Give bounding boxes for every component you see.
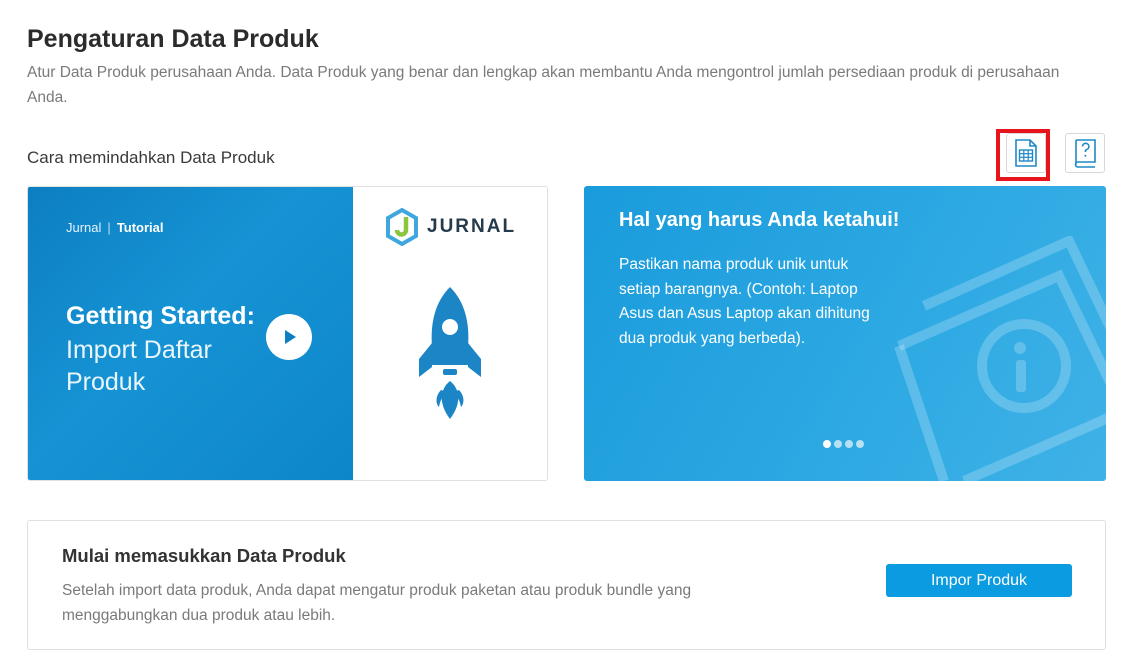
book-info-icon <box>894 236 1106 481</box>
play-button[interactable] <box>266 314 312 360</box>
import-description: Setelah import data produk, Anda dapat m… <box>62 582 692 624</box>
play-icon <box>285 330 296 344</box>
carousel-dots <box>823 440 864 448</box>
video-title: Getting Started: <box>66 302 255 330</box>
video-subtitle: Import Daftar Produk <box>66 336 212 396</box>
label-separator: | <box>107 220 111 235</box>
section-title: Cara memindahkan Data Produk <box>27 148 275 167</box>
carousel-dot-3[interactable] <box>845 440 853 448</box>
page-title: Pengaturan Data Produk <box>27 25 319 53</box>
category-label: Tutorial <box>116 220 164 235</box>
help-guide-button[interactable] <box>1065 133 1105 173</box>
help-book-icon <box>1074 139 1096 168</box>
spreadsheet-button[interactable] <box>1006 133 1046 173</box>
carousel-dot-2[interactable] <box>834 440 842 448</box>
info-text: Pastikan nama produk unik untuk setiap b… <box>619 256 870 347</box>
carousel-dot-1[interactable] <box>823 440 831 448</box>
jurnal-logo: JURNAL <box>385 208 516 246</box>
rocket-icon <box>419 287 481 419</box>
info-carousel: Hal yang harus Anda ketahui! Pastikan na… <box>584 186 1106 481</box>
import-product-button[interactable]: Impor Produk <box>886 564 1072 597</box>
page-description: Atur Data Produk perusahaan Anda. Data P… <box>27 64 1060 106</box>
info-title: Hal yang harus Anda ketahui! <box>619 209 900 231</box>
import-title: Mulai memasukkan Data Produk <box>62 545 346 566</box>
carousel-dot-4[interactable] <box>856 440 864 448</box>
spreadsheet-icon <box>1015 139 1037 167</box>
video-illustration-panel: JURNAL <box>353 187 547 480</box>
brand-label: Jurnal <box>66 220 102 235</box>
tutorial-video-card[interactable]: Jurnal | Tutorial Getting Started: Import … <box>27 186 548 481</box>
video-title-panel: Jurnal | Tutorial Getting Started: Import … <box>28 187 353 480</box>
jurnal-logo-icon <box>386 208 418 246</box>
tutorial-label: Jurnal | Tutorial <box>66 220 164 235</box>
jurnal-logo-text: JURNAL <box>427 216 517 237</box>
import-card: Mulai memasukkan Data Produk Setelah imp… <box>27 520 1106 650</box>
